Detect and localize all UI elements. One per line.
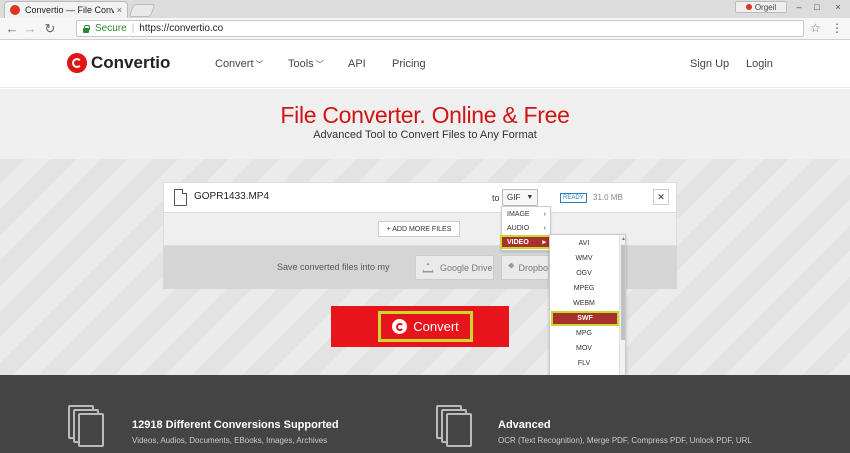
url-text: https://convertio.co: [139, 23, 224, 34]
address-bar: ← → ↻ Secure | https://convertio.co ☆ ⋮: [0, 18, 850, 40]
format-item-ogv[interactable]: OGV: [550, 266, 618, 281]
google-drive-icon: [422, 262, 434, 273]
format-type-menu: IMAGE › AUDIO › VIDEO ▸: [500, 206, 552, 251]
file-icon: [174, 189, 187, 206]
dropbox-label: Dropbo: [518, 262, 548, 273]
new-tab-button[interactable]: [128, 4, 156, 17]
format-item-webm[interactable]: WEBM: [550, 296, 618, 311]
caret-down-icon: ▼: [526, 194, 534, 201]
type-item-label: AUDIO: [507, 224, 530, 232]
type-item-label: IMAGE: [507, 210, 530, 218]
features-section: 12918 Different Conversions Supported Vi…: [0, 375, 850, 453]
to-label: to: [492, 193, 500, 203]
feature-text-conversions: Videos, Audios, Documents, EBooks, Image…: [132, 436, 328, 445]
type-item-video[interactable]: VIDEO ▸: [500, 235, 552, 249]
tab-title: Convertio — File Conver: [25, 5, 114, 15]
convertio-logo-icon: [67, 53, 87, 73]
nav-tools[interactable]: Tools ﹀: [288, 58, 324, 70]
convert-button[interactable]: Convert: [331, 306, 509, 347]
profile-icon: [745, 4, 752, 10]
feature-title-conversions: 12918 Different Conversions Supported: [132, 419, 339, 431]
brand-name: Convertio: [91, 53, 171, 72]
hero-wave-divider: [0, 153, 850, 163]
nav-tools-label: Tools: [288, 58, 314, 70]
chevron-right-icon: ▸: [542, 239, 546, 246]
profile-button[interactable]: Orgeil: [735, 1, 787, 13]
dropbox-icon: [508, 262, 515, 269]
chevron-down-icon: ﹀: [315, 60, 324, 69]
tab-close-icon[interactable]: ×: [117, 5, 122, 15]
remove-file-button[interactable]: ✕: [653, 189, 669, 205]
browser-menu-icon[interactable]: ⋮: [831, 21, 843, 35]
format-item-mpg[interactable]: MPG: [550, 326, 618, 341]
convert-icon: [392, 319, 408, 334]
url-separator: |: [131, 23, 135, 34]
back-arrow-icon[interactable]: ←: [4, 21, 20, 36]
forward-arrow-icon[interactable]: →: [22, 21, 38, 36]
nav-convert[interactable]: Convert ﹀: [215, 58, 264, 70]
chevron-right-icon: ›: [543, 224, 546, 232]
lock-icon: [82, 24, 90, 33]
format-select[interactable]: GIF ▼: [502, 189, 538, 206]
google-drive-label: Google Drive: [440, 262, 493, 273]
scrollbar-thumb[interactable]: [621, 245, 625, 340]
site-header: Convertio Convert ﹀ Tools ﹀ API Pricing Si…: [0, 41, 850, 88]
format-item-swf[interactable]: SWF: [551, 311, 619, 326]
page-subtitle: Advanced Tool to Convert Files to Any Fo…: [313, 129, 537, 141]
bookmark-star-icon[interactable]: ☆: [810, 21, 821, 35]
type-item-label: VIDEO: [507, 238, 529, 246]
file-row: GOPR1433.MP4 to GIF ▼ READY 31.0 MB ✕: [163, 182, 677, 213]
url-input[interactable]: Secure | https://convertio.co: [76, 20, 804, 37]
format-item-mov[interactable]: MOV: [550, 341, 618, 356]
feature-title-advanced: Advanced: [498, 419, 551, 431]
convertio-logo[interactable]: Convertio: [67, 53, 170, 73]
login-link[interactable]: Login: [746, 58, 773, 70]
file-name: GOPR1433.MP4: [194, 191, 270, 202]
secure-label: Secure: [95, 23, 127, 34]
convertio-favicon-icon: [10, 5, 20, 15]
scroll-up-icon[interactable]: ▲: [620, 236, 625, 242]
feature-text-advanced: OCR (Text Recognition), Merge PDF, Compr…: [498, 436, 752, 445]
dropbox-button[interactable]: Dropbo: [501, 255, 549, 280]
format-item-wmv[interactable]: WMV: [550, 251, 618, 266]
pdf-tools-icon: [436, 405, 474, 449]
nav-api[interactable]: API: [348, 58, 366, 70]
chevron-right-icon: ›: [543, 210, 546, 218]
close-window-button[interactable]: ×: [826, 0, 850, 13]
page-title: File Converter. Online & Free: [280, 102, 570, 128]
documents-icon: [68, 405, 106, 449]
browser-tab[interactable]: Convertio — File Conver ×: [4, 1, 128, 18]
convert-label: Convert: [413, 319, 459, 334]
selected-format: GIF: [507, 193, 521, 202]
reload-icon[interactable]: ↻: [42, 21, 58, 37]
type-item-audio[interactable]: AUDIO ›: [502, 221, 550, 235]
nav-pricing[interactable]: Pricing: [392, 58, 426, 70]
browser-tab-bar: Convertio — File Conver × Orgeil – □ ×: [0, 0, 850, 18]
minimize-button[interactable]: –: [790, 0, 808, 13]
chevron-down-icon: ﹀: [255, 60, 264, 69]
profile-label: Orgeil: [754, 2, 777, 12]
format-item-flv[interactable]: FLV: [550, 356, 618, 371]
nav-convert-label: Convert: [215, 58, 254, 70]
file-size: 31.0 MB: [593, 193, 623, 202]
format-item-avi[interactable]: AVI: [550, 236, 618, 251]
add-more-files-button[interactable]: + ADD MORE FILES: [378, 221, 460, 237]
status-badge: READY: [560, 193, 587, 203]
sign-up-link[interactable]: Sign Up: [690, 58, 729, 70]
window-controls: – □ ×: [790, 0, 850, 13]
convert-button-highlight: Convert: [378, 311, 473, 342]
format-item-mpeg[interactable]: MPEG: [550, 281, 618, 296]
type-item-image[interactable]: IMAGE ›: [502, 207, 550, 221]
google-drive-button[interactable]: Google Drive: [415, 255, 494, 280]
save-label: Save converted files into my: [277, 262, 390, 272]
maximize-button[interactable]: □: [808, 0, 826, 13]
